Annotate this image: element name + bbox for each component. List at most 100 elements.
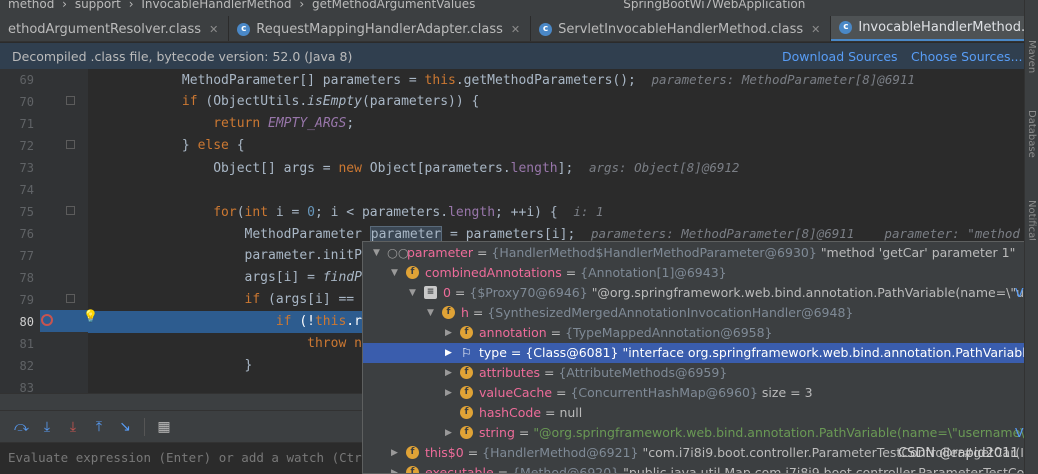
class-icon: c: [539, 22, 553, 36]
tab-request-mapping-handler-adapter[interactable]: c RequestMappingHandlerAdapter.class ✕: [229, 16, 532, 41]
tree-node-selected[interactable]: ▶ ⚐ type = {Class@6081} "interface org.s…: [363, 343, 1037, 363]
chevron-right-icon[interactable]: ▶: [445, 383, 452, 403]
evaluate-icon[interactable]: ▦: [157, 419, 171, 435]
chevron-right-icon[interactable]: ▶: [391, 463, 398, 473]
watch-glasses-icon: ○○: [387, 245, 409, 260]
code-line: } else {: [88, 138, 245, 153]
breadcrumb-item[interactable]: getMethodArgumentValues: [312, 0, 475, 11]
chevron-right-icon[interactable]: ▶: [445, 423, 452, 443]
debug-toolbar: ⤼ ⤓ ⤓ ⤒ ↘ ▦: [0, 410, 370, 442]
step-out-icon[interactable]: ⤒: [92, 419, 106, 435]
chevron-down-icon[interactable]: ▼: [373, 243, 380, 263]
breadcrumb-separator: ›: [299, 0, 305, 11]
line-number: 76: [19, 227, 34, 241]
class-icon: c: [839, 21, 853, 34]
tab-invocable-handler-method[interactable]: cInvocableHandlerMethod.class✕: [831, 16, 1024, 41]
field-icon: f: [460, 366, 473, 379]
chevron-right-icon[interactable]: ▶: [445, 343, 452, 363]
fold-marker-icon[interactable]: [66, 140, 75, 149]
tree-node[interactable]: f hashCode = null: [363, 403, 1037, 423]
line-number: 82: [19, 359, 34, 373]
field-icon: f: [442, 306, 455, 319]
field-icon: f: [460, 386, 473, 399]
breadcrumb-item[interactable]: method: [8, 0, 54, 11]
fold-marker-icon[interactable]: [66, 294, 75, 303]
database-tool-tab[interactable]: Database: [1026, 110, 1037, 158]
chevron-down-icon[interactable]: ▼: [427, 303, 434, 323]
inline-debug-value: i: 1: [573, 204, 604, 219]
close-icon[interactable]: ✕: [811, 23, 820, 36]
maven-tool-tab[interactable]: Maven: [1026, 40, 1037, 73]
line-number: 78: [19, 271, 34, 285]
breadcrumb: method › support › InvocableHandlerMetho…: [0, 0, 1024, 16]
line-number: 71: [19, 117, 34, 131]
tab-label: RequestMappingHandlerAdapter.class: [256, 21, 503, 37]
close-icon[interactable]: ✕: [511, 23, 520, 36]
code-line: Object[] args = new Object[parameters.le…: [88, 160, 740, 176]
class-icon: c: [237, 22, 251, 36]
line-number: 75: [19, 205, 34, 219]
notifications-tool-tab[interactable]: Notifications: [1026, 200, 1037, 240]
tree-node[interactable]: ▼ f combinedAnnotations = {Annotation[1]…: [363, 263, 1037, 283]
line-number: 69: [19, 73, 34, 87]
field-icon: f: [406, 446, 419, 459]
tree-node[interactable]: ▼ ≡ 0 = {$Proxy70@6946} "@org.springfram…: [363, 283, 1037, 303]
step-into-icon[interactable]: ⤓: [40, 419, 54, 435]
watermark: CSDN @rapid2011: [898, 446, 1019, 461]
chevron-down-icon[interactable]: ▼: [391, 263, 398, 283]
line-number: 81: [19, 337, 34, 351]
download-sources-link[interactable]: Download Sources: [782, 49, 898, 64]
inline-debug-value: parameters: MethodParameter[8]@6911 para…: [590, 226, 1020, 241]
line-number: 77: [19, 249, 34, 263]
close-icon[interactable]: ✕: [209, 23, 218, 36]
field-icon: f: [460, 426, 473, 439]
breadcrumb-separator: ›: [128, 0, 134, 11]
field-icon: f: [460, 326, 473, 339]
flag-icon: ⚐: [461, 345, 473, 360]
tree-node[interactable]: ▶ f valueCache = {ConcurrentHashMap@6960…: [363, 383, 1037, 403]
evaluate-expression-field[interactable]: Evaluate expression (Enter) or add a wat…: [0, 442, 370, 474]
tab-label: ethodArgumentResolver.class: [8, 21, 202, 37]
chevron-down-icon[interactable]: ▼: [409, 283, 416, 303]
inline-debug-value: args: Object[8]@6912: [588, 160, 740, 175]
line-number-current: 80: [19, 315, 34, 329]
chevron-right-icon[interactable]: ▶: [445, 323, 452, 343]
line-number: 72: [19, 139, 34, 153]
line-numbers: 69 70 71 72 73 74 75 76 77 78 79 80 81 8…: [0, 69, 40, 395]
breakpoint-icon[interactable]: [41, 314, 53, 326]
chevron-right-icon[interactable]: ▶: [445, 363, 452, 383]
breadcrumb-separator: ›: [62, 0, 67, 11]
line-number: 70: [19, 95, 34, 109]
step-over-icon[interactable]: ⤼: [14, 419, 29, 435]
tree-node[interactable]: ▶ f attributes = {AttributeMethods@6959}: [363, 363, 1037, 383]
field-icon: f: [406, 466, 419, 473]
inline-debug-value: parameters: MethodParameter[8]@6911: [651, 72, 915, 87]
line-number: 79: [19, 293, 34, 307]
tab-servlet-invocable-handler-method[interactable]: c ServletInvocableHandlerMethod.class ✕: [531, 16, 832, 41]
choose-sources-link[interactable]: Choose Sources...: [911, 49, 1023, 64]
fold-marker-icon[interactable]: [66, 96, 75, 105]
tree-node[interactable]: ▼ ○○ parameter = {HandlerMethod$HandlerM…: [363, 243, 1037, 263]
breadcrumb-item[interactable]: InvocableHandlerMethod: [141, 0, 291, 11]
decompiled-banner: Decompiled .class file, bytecode version…: [0, 43, 1024, 69]
breadcrumb-item[interactable]: support: [75, 0, 121, 11]
array-element-icon: ≡: [424, 286, 437, 299]
chevron-right-icon[interactable]: ▶: [391, 443, 398, 463]
code-line: if (ObjectUtils.isEmpty(parameters)) {: [181, 94, 480, 109]
lightbulb-icon[interactable]: 💡: [83, 309, 98, 323]
tree-node[interactable]: ▶ f executable = {Method@6920} "public j…: [363, 463, 1037, 473]
tree-node[interactable]: ▶ f annotation = {TypeMappedAnnotation@6…: [363, 323, 1037, 343]
run-to-cursor-icon[interactable]: ↘: [118, 419, 132, 435]
debug-value-popup[interactable]: ▼ ○○ parameter = {HandlerMethod$HandlerM…: [362, 241, 1038, 474]
force-step-into-icon[interactable]: ⤓: [66, 419, 80, 435]
field-icon: f: [460, 406, 473, 419]
code-line: for(int i = 0; i < parameters.length; ++…: [213, 204, 604, 220]
field-icon: f: [406, 266, 419, 279]
fold-marker-icon[interactable]: [66, 206, 75, 215]
line-number: 74: [19, 183, 34, 197]
tree-node[interactable]: ▼ f h = {SynthesizedMergedAnnotationInvo…: [363, 303, 1037, 323]
tab-method-argument-resolver[interactable]: ethodArgumentResolver.class ✕: [0, 16, 230, 41]
tree-node[interactable]: ▶ f string = "@org.springframework.web.b…: [363, 423, 1037, 443]
run-config-selector[interactable]: SpringBootWi7WebApplication: [623, 0, 805, 11]
code-line: MethodParameter[] parameters = this.getM…: [88, 72, 915, 88]
